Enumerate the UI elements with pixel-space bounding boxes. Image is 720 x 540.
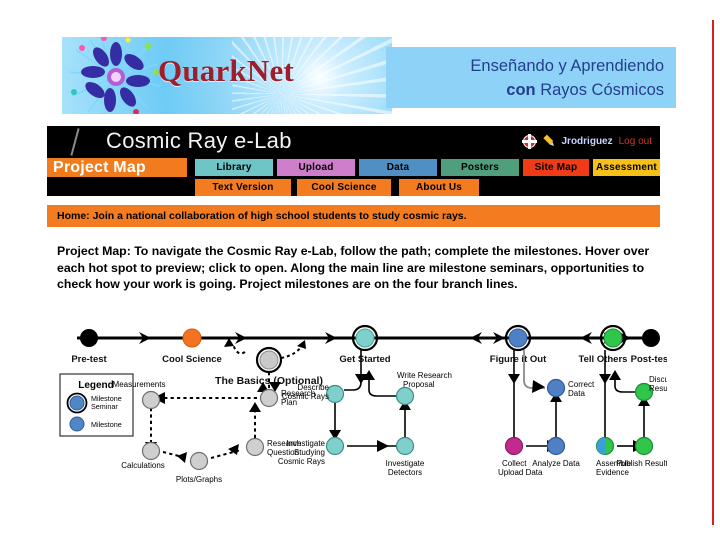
svg-text:Pre-test: Pre-test — [71, 354, 107, 365]
svg-text:Get Started: Get Started — [339, 354, 390, 365]
svg-text:Post-test: Post-test — [631, 354, 667, 365]
svg-text:Plots/Graphs: Plots/Graphs — [176, 475, 222, 484]
svg-text:Results: Results — [649, 384, 667, 393]
elab-tab-data[interactable]: Data — [359, 159, 437, 176]
elab-tab-text-version[interactable]: Text Version — [195, 179, 291, 196]
svg-text:Publish Results: Publish Results — [616, 459, 667, 468]
svg-text:Tell Others: Tell Others — [579, 354, 628, 365]
svg-text:Legend: Legend — [78, 380, 114, 391]
elab-nav-row-primary: Project Map Library Upload Data Posters Site … — [47, 158, 660, 178]
home-banner: Home: Join a national collaboration of h… — [47, 205, 660, 227]
svg-text:Studying: Studying — [294, 448, 325, 457]
elab-tab-project-map[interactable]: Project Map — [47, 158, 187, 177]
svg-text:Write Research: Write Research — [397, 371, 452, 380]
project-map-svg: Pre-test Cool Science The Basics (Option… — [59, 324, 667, 484]
svg-text:Cosmic Rays: Cosmic Rays — [278, 457, 325, 466]
page-title-line2: con Rayos Cósmicos — [386, 78, 664, 102]
slide-right-rule — [712, 20, 714, 525]
svg-text:Correct: Correct — [568, 380, 595, 389]
slide-root: QuarkNet Enseñando y Aprendiendo con Ray… — [0, 0, 720, 540]
quarknet-wordmark: QuarkNet — [158, 53, 294, 88]
elab-tab-posters[interactable]: Posters — [441, 159, 519, 176]
elab-topbar: Cosmic Ray e-Lab Jrodriguez Log out — [47, 126, 660, 158]
svg-text:Proposal: Proposal — [403, 380, 435, 389]
svg-text:Evidence: Evidence — [596, 468, 629, 477]
page-title-line2-rest: Rayos Cósmicos — [535, 81, 664, 99]
quarknet-banner: QuarkNet — [62, 37, 392, 114]
elab-user-area: Jrodriguez Log out — [521, 131, 652, 151]
svg-text:Cool Science: Cool Science — [162, 354, 222, 365]
elab-tab-site-map[interactable]: Site Map — [523, 159, 589, 176]
svg-text:Milestone: Milestone — [91, 420, 122, 429]
svg-text:Figure it Out: Figure it Out — [490, 354, 547, 365]
starburst-icon — [70, 37, 161, 114]
svg-text:Discuss: Discuss — [649, 375, 667, 384]
elab-tab-about-us[interactable]: About Us — [399, 179, 479, 196]
svg-text:Analyze Data: Analyze Data — [532, 459, 580, 468]
elab-tab-cool-science[interactable]: Cool Science — [297, 179, 391, 196]
svg-text:Seminar: Seminar — [91, 402, 118, 411]
svg-text:Investigate: Investigate — [386, 459, 425, 468]
svg-text:Cosmic Rays: Cosmic Rays — [282, 392, 329, 401]
project-map-diagram: Pre-test Cool Science The Basics (Option… — [47, 318, 667, 518]
elab-tab-upload[interactable]: Upload — [277, 159, 355, 176]
elab-nav-row-secondary: Text Version Cool Science About Us — [47, 178, 660, 238]
svg-text:Data: Data — [568, 389, 585, 398]
page-title-line1: Enseñando y Aprendiendo — [470, 57, 664, 75]
elab-app-title: Cosmic Ray e-Lab — [106, 128, 292, 153]
page-title: Enseñando y Aprendiendo con Rayos Cósmic… — [386, 47, 676, 108]
logout-link[interactable]: Log out — [619, 136, 652, 147]
svg-text:Measurements: Measurements — [113, 380, 166, 389]
life-ring-icon[interactable] — [521, 133, 537, 149]
elab-tab-library[interactable]: Library — [195, 159, 273, 176]
pencil-icon[interactable] — [539, 131, 559, 151]
page-title-line2-bold: con — [506, 81, 536, 99]
svg-text:Calculations: Calculations — [121, 461, 165, 470]
svg-text:Detectors: Detectors — [388, 468, 422, 477]
svg-text:Describe: Describe — [297, 383, 329, 392]
topbar-slash-decoration — [70, 128, 80, 156]
svg-text:Investigate: Investigate — [286, 439, 325, 448]
username-label: Jrodriguez — [561, 135, 613, 147]
svg-text:Collect: Collect — [502, 459, 527, 468]
project-map-description: Project Map: To navigate the Cosmic Ray … — [57, 244, 650, 291]
elab-tab-assessment[interactable]: Assessment — [593, 159, 660, 176]
svg-text:Upload Data: Upload Data — [498, 468, 543, 477]
